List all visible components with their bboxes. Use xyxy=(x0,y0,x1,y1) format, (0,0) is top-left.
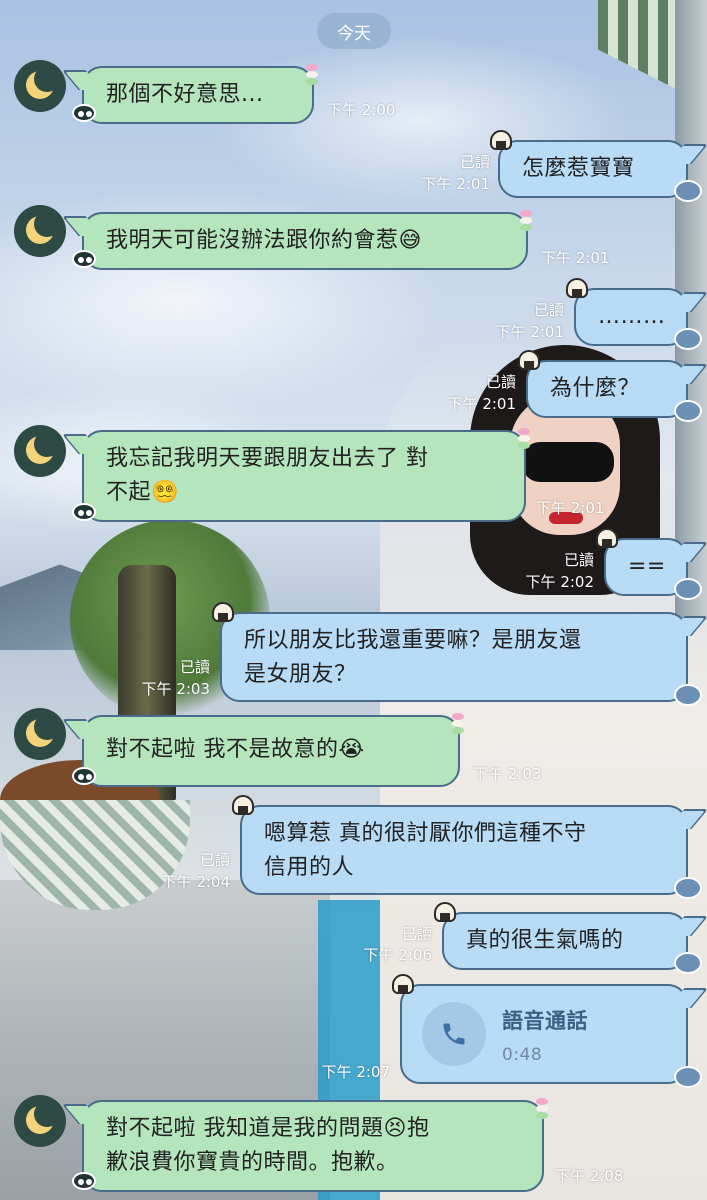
contact-avatar[interactable] xyxy=(14,425,66,477)
message-text: ……… xyxy=(598,304,666,329)
message-text: 怎麼惹寶寶 xyxy=(522,156,635,181)
message-time: 下午 2:01 xyxy=(536,499,605,517)
message-text-line-1: 對不起啦 我知道是我的問題 xyxy=(106,1116,384,1141)
moon-icon xyxy=(26,1101,60,1134)
message-bubble[interactable]: 嗯算惹 真的很討厭你們這種不守 信用的人 xyxy=(232,795,702,899)
call-title: 語音通話 xyxy=(502,1009,588,1033)
contact-avatar[interactable] xyxy=(14,205,66,257)
read-receipt: 已讀 xyxy=(401,925,432,943)
message-bubble[interactable]: 我忘記我明天要跟朋友出去了 對 不起😵‍💫 xyxy=(82,428,530,522)
read-receipt: 已讀 xyxy=(563,551,594,569)
message-time: 下午 2:08 xyxy=(555,1167,624,1185)
seal-sticker-icon xyxy=(674,400,702,422)
onigiri-sticker-icon xyxy=(212,602,234,622)
read-receipt: 已讀 xyxy=(199,851,230,869)
dango-sticker-icon xyxy=(536,1098,550,1120)
onigiri-sticker-icon xyxy=(232,795,254,815)
message-time: 下午 2:01 xyxy=(447,395,516,413)
sticker-face-icon xyxy=(72,1172,96,1190)
message-text: 我明天可能沒辦法跟你約會惹 xyxy=(106,228,399,253)
sweat-smile-emoji: 😅 xyxy=(398,228,422,253)
sticker-face-icon xyxy=(72,767,96,785)
onigiri-sticker-icon xyxy=(434,902,456,922)
message-text: 那個不好意思... xyxy=(106,82,264,107)
message-bubble[interactable]: 那個不好意思... xyxy=(82,64,318,124)
message-bubble[interactable]: 怎麼惹寶寶 xyxy=(490,130,702,202)
message-bubble[interactable]: == xyxy=(596,528,702,600)
read-receipt: 已讀 xyxy=(533,301,564,319)
message-text: 為什麼？ xyxy=(550,376,641,401)
message-text-line-2: 信用的人 xyxy=(264,855,355,880)
message-time: 下午 2:01 xyxy=(421,175,490,193)
message-time: 下午 2:04 xyxy=(161,873,230,891)
onigiri-sticker-icon xyxy=(392,974,414,994)
message-time: 下午 2:06 xyxy=(363,946,432,964)
persevering-face-emoji: 😣 xyxy=(383,1116,407,1141)
moon-icon xyxy=(26,431,60,464)
message-time: 下午 2:03 xyxy=(473,765,542,783)
background-mountain xyxy=(0,564,200,650)
dango-sticker-icon xyxy=(520,210,534,232)
message-text-line-2: 歉浪費你寶貴的時間。抱歉。 xyxy=(106,1150,399,1175)
message-time: 下午 2:03 xyxy=(141,680,210,698)
seal-sticker-icon xyxy=(674,684,702,706)
message-text-line-2: 是女朋友？ xyxy=(244,662,357,687)
seal-sticker-icon xyxy=(674,952,702,974)
message-bubble[interactable]: 我明天可能沒辦法跟你約會惹😅 xyxy=(82,210,532,270)
message-bubble[interactable]: 對不起啦 我知道是我的問題😣抱 歉浪費你寶貴的時間。抱歉。 xyxy=(82,1098,548,1192)
message-bubble[interactable]: 為什麼？ xyxy=(518,350,702,422)
dango-sticker-icon xyxy=(518,428,532,450)
message-time: 下午 2:01 xyxy=(541,249,610,267)
message-bubble[interactable]: 真的很生氣嗎的 xyxy=(434,902,702,974)
background-bowl xyxy=(0,800,190,910)
background-awning xyxy=(598,0,678,90)
message-time: 下午 2:00 xyxy=(327,101,396,119)
seal-sticker-icon xyxy=(674,328,702,350)
voice-call-bubble[interactable]: 語音通話 0:48 xyxy=(392,974,702,1088)
seal-sticker-icon xyxy=(674,877,702,899)
message-text: 對不起啦 我不是故意的 xyxy=(106,737,339,762)
call-duration: 0:48 xyxy=(502,1045,543,1065)
date-divider: 今天 xyxy=(317,13,391,49)
contact-avatar[interactable] xyxy=(14,1095,66,1147)
read-receipt: 已讀 xyxy=(485,373,516,391)
onigiri-sticker-icon xyxy=(566,278,588,298)
message-text: == xyxy=(628,554,666,579)
message-bubble[interactable]: 對不起啦 我不是故意的😭 xyxy=(82,713,464,787)
seal-sticker-icon xyxy=(674,1066,702,1088)
message-text: 真的很生氣嗎的 xyxy=(466,928,624,953)
sticker-face-icon xyxy=(72,250,96,268)
message-text-line-1-tail: 抱 xyxy=(406,1116,430,1141)
phone-icon xyxy=(422,1002,486,1066)
sticker-face-icon xyxy=(72,104,96,122)
seal-sticker-icon xyxy=(674,578,702,600)
message-text-line-1: 我忘記我明天要跟朋友出去了 對 xyxy=(106,446,429,471)
sticker-face-icon xyxy=(72,503,96,521)
onigiri-sticker-icon xyxy=(596,528,618,548)
onigiri-sticker-icon xyxy=(490,130,512,150)
dizzy-face-emoji: 😵‍💫 xyxy=(151,480,179,505)
message-time: 下午 2:07 xyxy=(321,1063,390,1081)
seal-sticker-icon xyxy=(674,180,702,202)
read-receipt: 已讀 xyxy=(179,658,210,676)
message-bubble[interactable]: 所以朋友比我還重要嘛？是朋友還 是女朋友？ xyxy=(212,602,702,706)
contact-avatar[interactable] xyxy=(14,708,66,760)
contact-avatar[interactable] xyxy=(14,60,66,112)
moon-icon xyxy=(26,211,60,244)
onigiri-sticker-icon xyxy=(518,350,540,370)
message-text-line-2: 不起 xyxy=(106,480,152,505)
message-text-line-1: 嗯算惹 真的很討厭你們這種不守 xyxy=(264,821,587,846)
message-time: 下午 2:01 xyxy=(495,323,564,341)
message-bubble[interactable]: ……… xyxy=(566,278,702,350)
dango-sticker-icon xyxy=(306,64,320,86)
moon-icon xyxy=(26,714,60,747)
background-sunglasses xyxy=(522,442,614,482)
read-receipt: 已讀 xyxy=(459,153,490,171)
moon-icon xyxy=(26,66,60,99)
message-time: 下午 2:02 xyxy=(525,573,594,591)
crying-face-emoji: 😭 xyxy=(338,737,365,762)
dango-sticker-icon xyxy=(452,713,466,735)
message-text-line-1: 所以朋友比我還重要嘛？是朋友還 xyxy=(244,628,582,653)
